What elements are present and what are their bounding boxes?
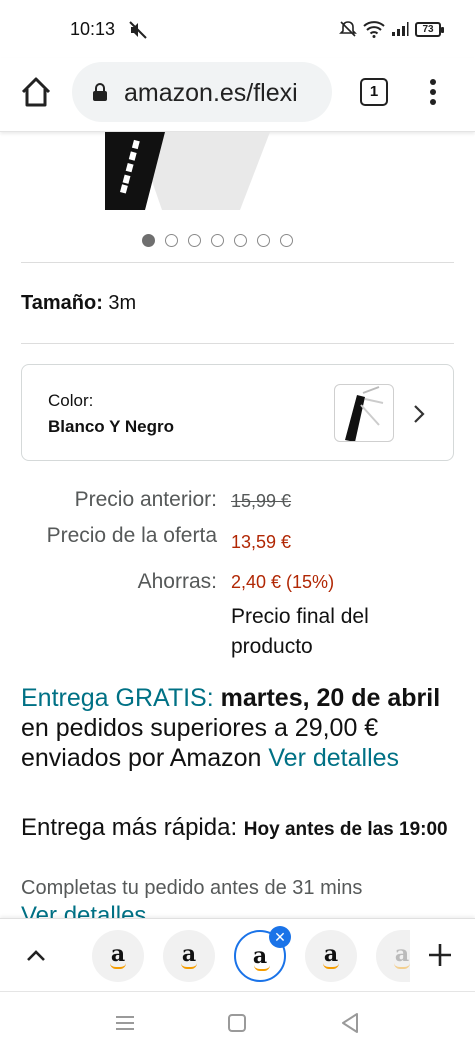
carousel-dot[interactable] xyxy=(188,234,201,247)
carousel-dot[interactable] xyxy=(234,234,247,247)
details-link-2[interactable]: Ver detalles xyxy=(21,902,146,918)
status-icons: 73 xyxy=(339,20,444,38)
close-tab-icon[interactable]: ✕ xyxy=(269,926,291,948)
amazon-smile-icon xyxy=(394,963,410,969)
carousel-dot[interactable] xyxy=(257,234,270,247)
delivery-date: martes, 20 de abril xyxy=(220,684,441,712)
divider xyxy=(21,343,454,344)
tab-thumbnail[interactable]: a xyxy=(163,930,215,982)
product-image[interactable] xyxy=(100,132,270,212)
size-value: 3m xyxy=(108,292,137,314)
fast-delivery-label: Entrega más rápida: xyxy=(21,814,238,841)
signal-icon xyxy=(392,22,409,36)
system-back-icon[interactable] xyxy=(340,1012,360,1034)
system-nav-bar xyxy=(0,992,475,1056)
browser-toolbar: amazon.es/flexi 1 xyxy=(0,58,475,132)
status-time: 10:13 xyxy=(70,19,116,39)
tab-strip: aaaaa ✕ xyxy=(0,918,475,992)
more-options-icon[interactable] xyxy=(422,74,444,110)
tab-switcher-button[interactable]: 1 xyxy=(360,78,388,106)
fast-delivery-info: Entrega más rápida: Hoy antes de las 19:… xyxy=(21,812,451,845)
tab-thumbnail[interactable]: a xyxy=(92,930,144,982)
savings-value: 2,40 € (15%) xyxy=(231,572,335,592)
fast-delivery-time: Hoy antes de las 19:00 xyxy=(243,819,448,840)
address-bar[interactable]: amazon.es/flexi xyxy=(72,62,332,122)
offer-price-value: 13,59 € xyxy=(231,532,292,552)
savings-label: Ahorras: xyxy=(137,570,217,593)
previous-price-value: 15,99 € xyxy=(231,491,292,511)
notifications-off-icon xyxy=(339,21,357,37)
color-swatch-image xyxy=(334,384,394,442)
delivery-details-link[interactable]: Ver detalles xyxy=(268,744,399,772)
carousel-dot[interactable] xyxy=(280,234,293,247)
wifi-icon xyxy=(363,21,385,38)
carousel-dot[interactable] xyxy=(165,234,178,247)
status-bar: 10:13 73 xyxy=(0,0,475,58)
system-home-icon[interactable] xyxy=(228,1014,246,1032)
recent-apps-icon[interactable] xyxy=(115,1014,135,1032)
color-selector[interactable]: Color: Blanco Y Negro xyxy=(21,364,454,461)
size-row: Tamaño: 3m xyxy=(21,292,136,315)
mute-icon xyxy=(129,21,147,39)
image-carousel-dots[interactable] xyxy=(142,234,293,247)
home-icon[interactable] xyxy=(18,74,54,110)
free-delivery-label: Entrega GRATIS: xyxy=(21,684,214,712)
order-countdown: Completas tu pedido antes de 31 mins xyxy=(21,877,363,899)
offer-price-label: Precio de la oferta xyxy=(46,524,217,547)
color-value: Blanco Y Negro xyxy=(48,417,174,436)
carousel-dot[interactable] xyxy=(142,234,155,247)
lock-icon xyxy=(93,83,107,101)
url-text: amazon.es/flexi xyxy=(124,79,298,107)
tab-thumbnail[interactable]: a xyxy=(305,930,357,982)
color-label: Color: xyxy=(48,391,94,410)
new-tab-icon[interactable] xyxy=(426,941,454,969)
chevron-up-icon[interactable] xyxy=(24,945,48,967)
amazon-smile-icon xyxy=(110,963,126,969)
chevron-right-icon xyxy=(414,405,425,423)
divider xyxy=(21,262,454,263)
amazon-smile-icon xyxy=(323,963,339,969)
delivery-info: Entrega GRATIS: martes, 20 de abril en p… xyxy=(21,683,451,773)
amazon-smile-icon xyxy=(254,965,270,971)
amazon-smile-icon xyxy=(181,963,197,969)
carousel-dot[interactable] xyxy=(211,234,224,247)
final-price-note: Precio final del producto xyxy=(231,605,369,658)
battery-icon: 73 xyxy=(415,21,444,37)
previous-price-label: Precio anterior: xyxy=(74,488,217,511)
tab-thumbnail[interactable]: a xyxy=(376,930,410,982)
size-label: Tamaño: xyxy=(21,292,103,314)
